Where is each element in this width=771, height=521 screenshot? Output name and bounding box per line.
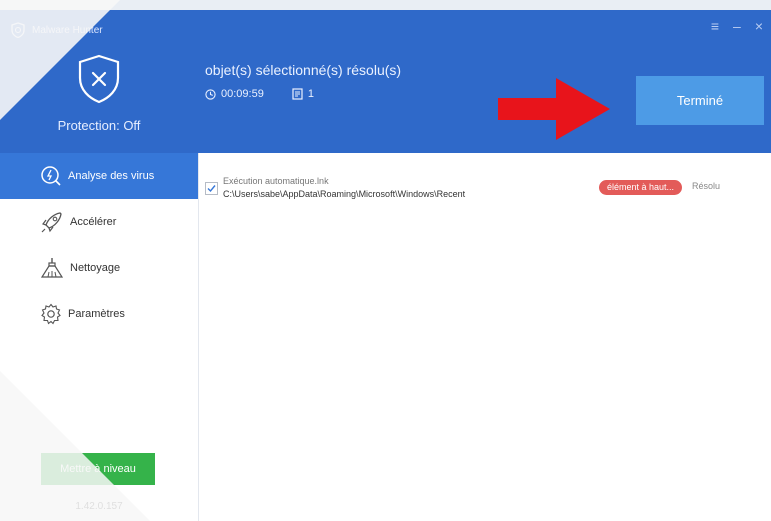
scan-icon [41,166,61,186]
sidebar-item-label: Nettoyage [70,262,121,274]
result-row: Exécution automatique.lnk C:\Users\sabe\… [205,176,765,206]
elapsed-time: 00:09:59 [221,88,264,100]
object-count: 1 [307,88,314,100]
close-icon[interactable]: × [755,18,763,34]
result-status: Résolu [692,181,721,191]
scan-summary: objet(s) sélectionné(s) résolu(s) 00:09:… [205,62,401,100]
protection-status: Protection: Off [57,118,141,133]
menu-icon[interactable]: ≡ [711,18,719,34]
document-icon [292,88,303,100]
result-path: C:\Users\sabe\AppData\Roaming\Microsoft\… [223,189,466,199]
window-controls: ≡ – × [711,18,763,34]
watermark-corner-top [0,0,120,120]
sidebar-item-label: Analyse des virus [68,170,155,182]
sidebar-item-virus-scan[interactable]: Analyse des virus [0,153,198,199]
sidebar-item-settings[interactable]: Paramètres [0,291,198,337]
minimize-icon[interactable]: – [733,18,741,34]
broom-icon [40,258,64,278]
done-button[interactable]: Terminé [636,76,764,125]
sidebar-item-label: Accélérer [70,216,117,228]
red-arrow-annotation [498,78,610,140]
risk-badge: élément à haut... [599,180,683,195]
clock-icon [205,88,216,100]
result-name: Exécution automatique.lnk [223,176,329,186]
sidebar-item-cleanup[interactable]: Nettoyage [0,245,198,291]
result-checkbox[interactable] [205,182,218,195]
results-panel: Exécution automatique.lnk C:\Users\sabe\… [199,153,771,521]
gear-icon [41,303,61,325]
rocket-icon [41,212,62,233]
scan-headline: objet(s) sélectionné(s) résolu(s) [205,62,402,78]
sidebar-item-label: Paramètres [68,308,125,320]
watermark-corner-bottom [0,371,150,521]
checkmark-icon [207,185,216,193]
sidebar-item-accelerate[interactable]: Accélérer [0,199,198,245]
